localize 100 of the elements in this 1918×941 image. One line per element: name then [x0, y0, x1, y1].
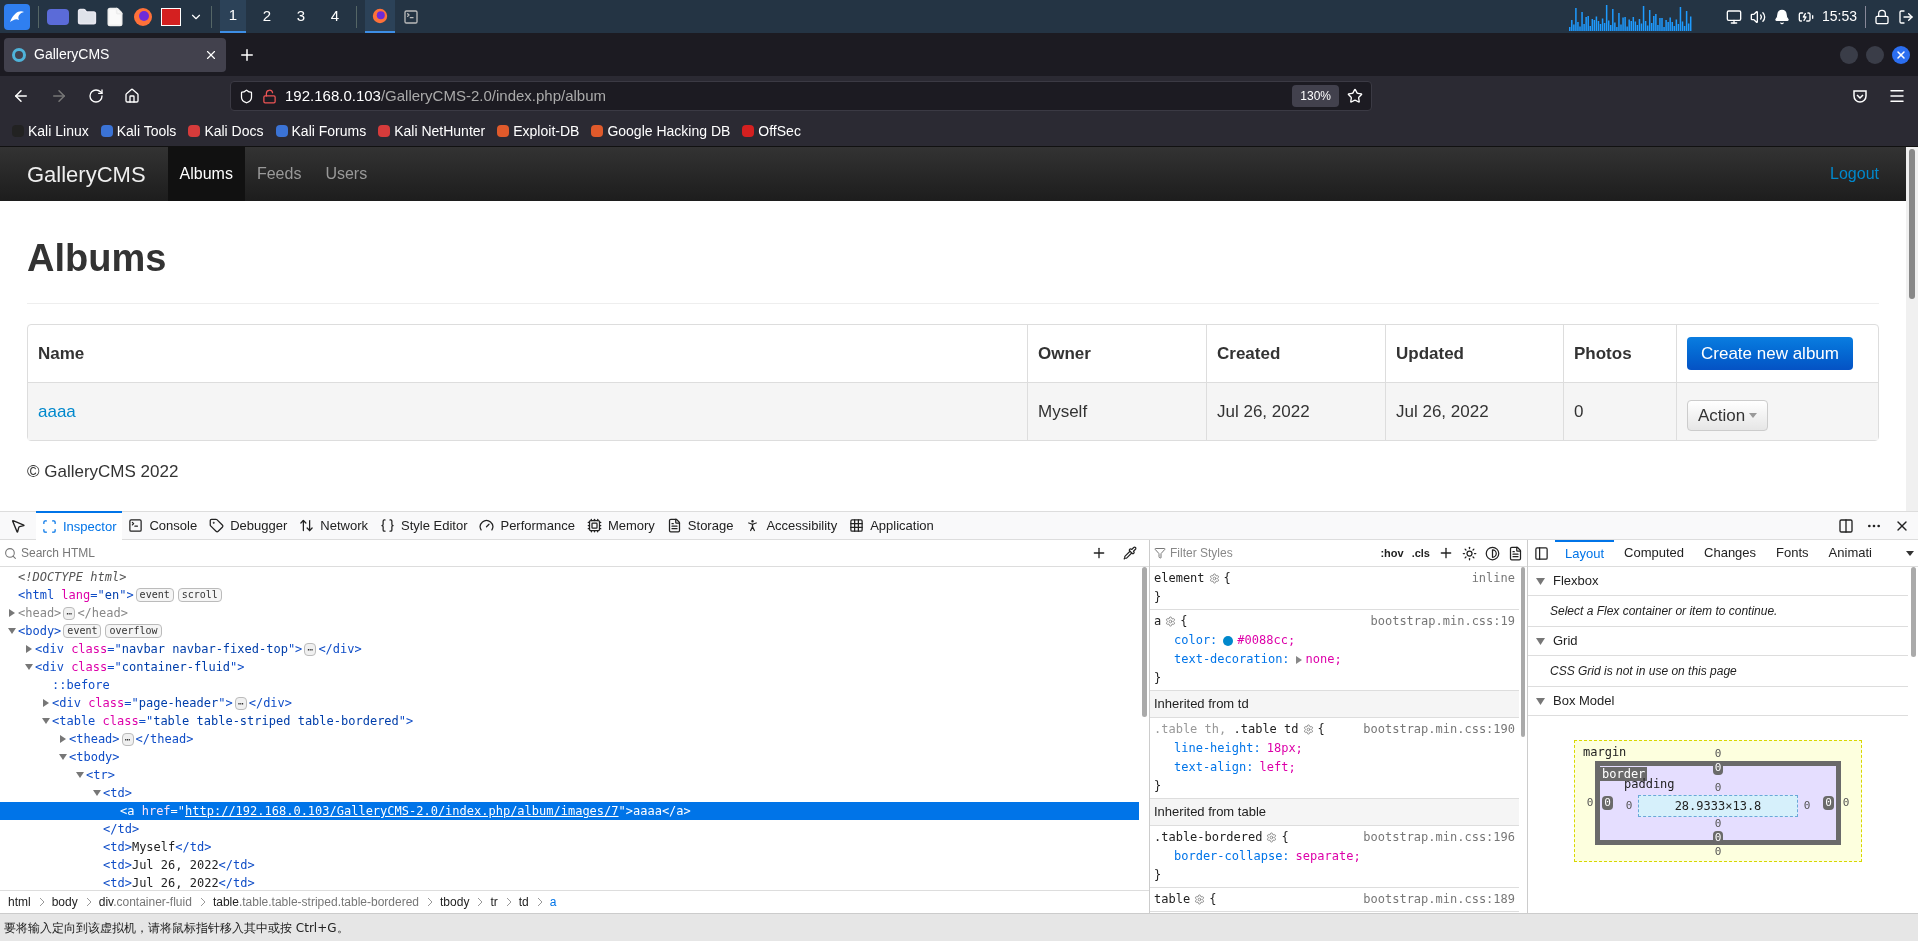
- devtools-tab[interactable]: Style Editor: [374, 511, 474, 540]
- dom-node-row[interactable]: <td>Jul 26, 2022</td>: [0, 856, 1139, 874]
- search-field[interactable]: Search HTML: [21, 544, 1083, 562]
- dom-node-row[interactable]: <div class="container-fluid">: [0, 658, 1139, 676]
- dock-icon[interactable]: [1838, 517, 1854, 534]
- rule-source[interactable]: bootstrap.min.css:189: [1363, 890, 1515, 909]
- back-icon[interactable]: [12, 87, 30, 105]
- address-bar[interactable]: 192.168.0.103/GalleryCMS-2.0/index.php/album 130%: [230, 81, 1372, 111]
- box-value[interactable]: 0: [1584, 796, 1596, 810]
- breadcrumb[interactable]: tbody: [440, 893, 470, 911]
- dom-node-row[interactable]: <div class="navbar navbar-fixed-top"> ⋯ </div>: [0, 640, 1139, 658]
- dom-node-row[interactable]: <tr>: [0, 766, 1139, 784]
- gear-icon[interactable]: [1266, 832, 1278, 843]
- sidebar-tab[interactable]: Fonts: [1766, 539, 1819, 567]
- event-badge[interactable]: event: [135, 588, 174, 602]
- twisty-icon[interactable]: [42, 717, 50, 725]
- color-swatch[interactable]: [1223, 635, 1234, 646]
- home-icon[interactable]: [124, 88, 140, 104]
- lock-icon[interactable]: [1874, 8, 1890, 25]
- breadcrumb[interactable]: div.container-fluid: [98, 893, 192, 911]
- box-value[interactable]: 0: [1801, 799, 1813, 813]
- close-button[interactable]: [1892, 45, 1910, 64]
- album-link[interactable]: aaaa: [28, 383, 1027, 440]
- box-value[interactable]: 0: [1840, 796, 1852, 810]
- bookmark[interactable]: Kali Docs: [188, 120, 264, 142]
- rule-selector[interactable]: .table th, .table td: [1154, 720, 1299, 739]
- rule-selector[interactable]: a: [1154, 612, 1162, 631]
- sidebar-tab[interactable]: Layout: [1555, 539, 1615, 567]
- volume-icon[interactable]: [1749, 8, 1766, 25]
- section-header[interactable]: Box Model: [1528, 687, 1908, 716]
- gear-icon[interactable]: [1194, 894, 1206, 905]
- caret-icon[interactable]: [1906, 550, 1914, 556]
- box-value[interactable]: 0: [1823, 796, 1834, 810]
- bookmark[interactable]: Kali Tools: [100, 120, 177, 142]
- dom-node-row[interactable]: <div class="page-header"> ⋯ </div>: [0, 694, 1139, 712]
- twisty-icon[interactable]: [93, 789, 101, 797]
- event-badge[interactable]: event: [63, 624, 102, 638]
- box-value[interactable]: 0: [1712, 761, 1724, 775]
- browser-icon[interactable]: [133, 6, 153, 27]
- box-value[interactable]: 0: [1623, 799, 1635, 813]
- workspace-button[interactable]: 1: [220, 0, 246, 33]
- terminal-icon[interactable]: [403, 8, 419, 25]
- twisty-icon[interactable]: [8, 627, 16, 635]
- devtools-tab[interactable]: Memory: [580, 511, 661, 540]
- dom-node-row[interactable]: <a href="http://192.168.0.103/GalleryCMS-2.0/index.php/album/images/7">aaaa</a>: [0, 802, 1139, 820]
- pointer-icon[interactable]: [10, 517, 26, 534]
- sidebar-toggle-icon[interactable]: [1534, 545, 1549, 561]
- create-album-button[interactable]: Create new album: [1687, 337, 1853, 370]
- reload-icon[interactable]: [88, 88, 104, 104]
- twisty-icon[interactable]: [1536, 637, 1545, 645]
- logout-link[interactable]: Logout: [1830, 162, 1879, 186]
- rule-source[interactable]: bootstrap.min.css:196: [1363, 828, 1515, 847]
- twisty-icon[interactable]: [42, 699, 50, 707]
- breadcrumb[interactable]: body: [51, 893, 78, 911]
- bookmark[interactable]: Exploit-DB: [497, 120, 580, 142]
- class-toggle[interactable]: .cls: [1411, 544, 1430, 562]
- sidebar-tab[interactable]: Changes: [1694, 539, 1767, 567]
- forward-icon[interactable]: [50, 87, 68, 105]
- devtools-tab[interactable]: Storage: [660, 511, 740, 540]
- zoom-level[interactable]: 130%: [1292, 85, 1339, 107]
- devtools-tab[interactable]: Accessibility: [739, 511, 844, 540]
- filter-field[interactable]: Filter Styles: [1170, 544, 1290, 562]
- window-button[interactable]: [365, 0, 395, 33]
- nav-link[interactable]: Users: [313, 147, 380, 201]
- ellipsis-badge[interactable]: ⋯: [63, 606, 76, 620]
- nav-link[interactable]: Albums: [167, 147, 245, 201]
- bookmark[interactable]: Kali Linux: [12, 120, 89, 142]
- devtools-tab[interactable]: Network: [293, 511, 374, 540]
- rule-selector[interactable]: table: [1154, 890, 1191, 909]
- border-box[interactable]: border 0 0 padding 0 0 28.9333×13.8 0 0 0 0: [1595, 761, 1841, 845]
- declaration[interactable]: text-align: left;: [1174, 758, 1296, 777]
- scrollbar-thumb[interactable]: [1141, 567, 1147, 717]
- devtools-tab[interactable]: Application: [843, 511, 940, 540]
- dom-node-row[interactable]: <html lang="en"> event scroll: [0, 586, 1139, 604]
- browser-tab[interactable]: GalleryCMS: [4, 37, 226, 72]
- dom-node-row[interactable]: <table class="table table-striped table-bordered">: [0, 712, 1139, 730]
- gear-icon[interactable]: [1165, 616, 1177, 627]
- rule-selector[interactable]: .table-bordered: [1154, 828, 1263, 847]
- gear-icon[interactable]: [1208, 573, 1220, 584]
- dom-node-row[interactable]: <body> event overflow: [0, 622, 1139, 640]
- sun-icon[interactable]: [1462, 545, 1477, 561]
- scrollbar-thumb[interactable]: [1909, 149, 1915, 299]
- margin-box[interactable]: margin 0 0 border 0 0 padding 0 0 28.9333×13.8 0 0 0 0 0 0: [1574, 740, 1862, 862]
- dom-node-row[interactable]: <!DOCTYPE html>: [0, 568, 1139, 586]
- twisty-icon[interactable]: [59, 753, 67, 761]
- workspace-button[interactable]: 4: [322, 0, 348, 33]
- section-header[interactable]: Flexbox: [1528, 567, 1908, 596]
- document-icon[interactable]: [105, 6, 125, 27]
- dom-node-row[interactable]: <head> ⋯ </head>: [0, 604, 1139, 622]
- scrollbar-thumb[interactable]: [1910, 567, 1916, 657]
- bookmark[interactable]: OffSec: [742, 120, 801, 142]
- twisty-icon[interactable]: [76, 771, 84, 779]
- dom-node-row[interactable]: ::before: [0, 676, 1139, 694]
- gear-icon[interactable]: [1302, 724, 1314, 735]
- dom-node-row[interactable]: <td>Myself</td>: [0, 838, 1139, 856]
- sidebar-tab[interactable]: Computed: [1614, 539, 1695, 567]
- breadcrumb[interactable]: tr: [490, 893, 498, 911]
- workspace-button[interactable]: 2: [254, 0, 280, 33]
- hover-toggle[interactable]: :hov: [1380, 544, 1404, 562]
- event-badge[interactable]: overflow: [105, 624, 162, 638]
